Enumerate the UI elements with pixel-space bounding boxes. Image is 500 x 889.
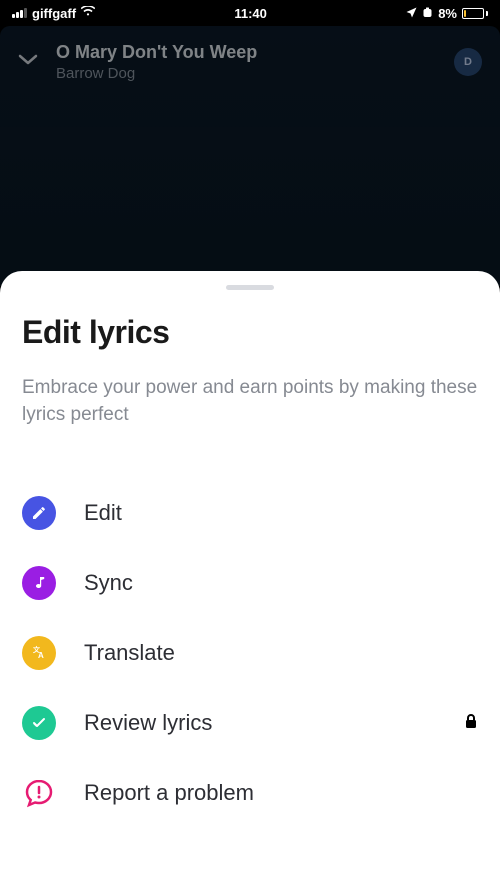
option-translate[interactable]: 文A Translate (22, 618, 478, 688)
option-label: Review lyrics (84, 710, 464, 736)
pencil-icon (22, 496, 56, 530)
song-info[interactable]: O Mary Don't You Weep Barrow Dog (56, 42, 436, 82)
sheet-subtitle: Embrace your power and earn points by ma… (22, 375, 478, 428)
collapse-icon[interactable] (18, 53, 38, 71)
report-icon (22, 776, 56, 810)
option-sync[interactable]: Sync (22, 548, 478, 618)
status-left: giffgaff (12, 6, 95, 21)
sheet-grabber[interactable] (226, 285, 274, 290)
check-icon (22, 706, 56, 740)
battery-icon (462, 8, 488, 19)
clock: 11:40 (234, 6, 267, 21)
option-report[interactable]: Report a problem (22, 758, 478, 828)
avatar-letter: D (464, 56, 472, 68)
avatar[interactable]: D (454, 48, 482, 76)
signal-icon (12, 8, 27, 18)
option-label: Report a problem (84, 780, 478, 806)
song-title: O Mary Don't You Weep (56, 42, 436, 63)
alarm-icon (422, 6, 433, 21)
player-header: O Mary Don't You Weep Barrow Dog D (0, 26, 500, 286)
status-bar: giffgaff 11:40 8% (0, 0, 500, 26)
location-icon (406, 6, 417, 21)
wifi-icon (81, 6, 95, 20)
sheet-title: Edit lyrics (22, 314, 478, 351)
option-label: Edit (84, 500, 478, 526)
lock-icon (464, 713, 478, 734)
svg-text:A: A (38, 651, 44, 660)
option-edit[interactable]: Edit (22, 478, 478, 548)
option-label: Translate (84, 640, 478, 666)
music-note-icon (22, 566, 56, 600)
battery-percent: 8% (438, 6, 457, 21)
translate-icon: 文A (22, 636, 56, 670)
song-artist: Barrow Dog (56, 65, 436, 82)
status-right: 8% (406, 6, 488, 21)
carrier-label: giffgaff (32, 6, 76, 21)
option-label: Sync (84, 570, 478, 596)
bottom-sheet: Edit lyrics Embrace your power and earn … (0, 271, 500, 889)
option-review[interactable]: Review lyrics (22, 688, 478, 758)
